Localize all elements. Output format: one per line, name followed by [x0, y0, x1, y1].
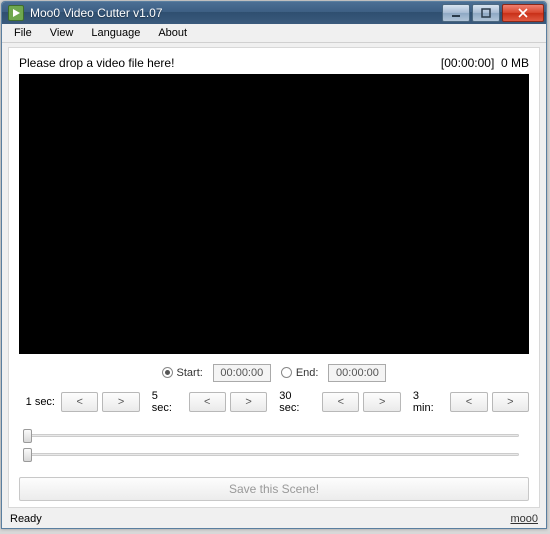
seek-fwd-5sec-button[interactable]: >	[230, 392, 267, 412]
end-radio[interactable]: End:	[281, 367, 319, 379]
start-time-input[interactable]: 00:00:00	[213, 364, 271, 382]
menu-language[interactable]: Language	[83, 25, 148, 41]
info-row: Please drop a video file here! [00:00:00…	[19, 56, 529, 70]
seek-1sec-label: 1 sec:	[19, 396, 55, 408]
seek-fwd-30sec-button[interactable]: >	[363, 392, 400, 412]
seek-30sec-label: 30 sec:	[279, 390, 314, 414]
seek-fwd-3min-button[interactable]: >	[492, 392, 529, 412]
status-bar: Ready moo0	[2, 510, 546, 528]
seek-back-5sec-button[interactable]: <	[189, 392, 226, 412]
minimize-button[interactable]	[442, 4, 470, 22]
seek-3min-label: 3 min:	[413, 390, 442, 414]
maximize-button[interactable]	[472, 4, 500, 22]
menu-view[interactable]: View	[42, 25, 82, 41]
radio-icon	[281, 367, 292, 378]
end-label: End:	[296, 367, 319, 379]
drop-prompt: Please drop a video file here!	[19, 56, 174, 70]
range-row: Start: 00:00:00 End: 00:00:00	[19, 364, 529, 382]
seek-back-1sec-button[interactable]: <	[61, 392, 98, 412]
app-icon	[8, 5, 24, 21]
status-text: Ready	[10, 513, 42, 525]
video-preview[interactable]	[19, 74, 529, 354]
filesize-display: 0 MB	[501, 56, 529, 70]
start-slider[interactable]	[23, 427, 525, 443]
end-time-input[interactable]: 00:00:00	[328, 364, 386, 382]
menu-about[interactable]: About	[150, 25, 195, 41]
seek-back-3min-button[interactable]: <	[450, 392, 487, 412]
app-window: Moo0 Video Cutter v1.07 File View Langua…	[1, 1, 547, 529]
save-scene-button[interactable]: Save this Scene!	[19, 477, 529, 501]
menu-bar: File View Language About	[2, 24, 546, 42]
close-button[interactable]	[502, 4, 544, 22]
window-title: Moo0 Video Cutter v1.07	[30, 6, 442, 20]
seek-5sec-label: 5 sec:	[152, 390, 181, 414]
menu-file[interactable]: File	[6, 25, 40, 41]
slider-track	[29, 434, 519, 437]
slider-track	[29, 453, 519, 456]
slider-thumb[interactable]	[23, 448, 32, 462]
content-panel: Please drop a video file here! [00:00:00…	[8, 47, 540, 508]
start-label: Start:	[177, 367, 203, 379]
brand-link[interactable]: moo0	[510, 513, 538, 525]
file-info: [00:00:00] 0 MB	[441, 56, 529, 70]
seek-back-30sec-button[interactable]: <	[322, 392, 359, 412]
start-radio[interactable]: Start:	[162, 367, 203, 379]
timecode-display: [00:00:00]	[441, 56, 494, 70]
sliders-group	[19, 424, 529, 465]
window-controls	[442, 4, 544, 22]
end-slider[interactable]	[23, 446, 525, 462]
seek-row: 1 sec: < > 5 sec: < > 30 sec: < > 3 min:…	[19, 390, 529, 414]
titlebar[interactable]: Moo0 Video Cutter v1.07	[2, 2, 546, 24]
slider-thumb[interactable]	[23, 429, 32, 443]
radio-icon	[162, 367, 173, 378]
seek-fwd-1sec-button[interactable]: >	[102, 392, 139, 412]
